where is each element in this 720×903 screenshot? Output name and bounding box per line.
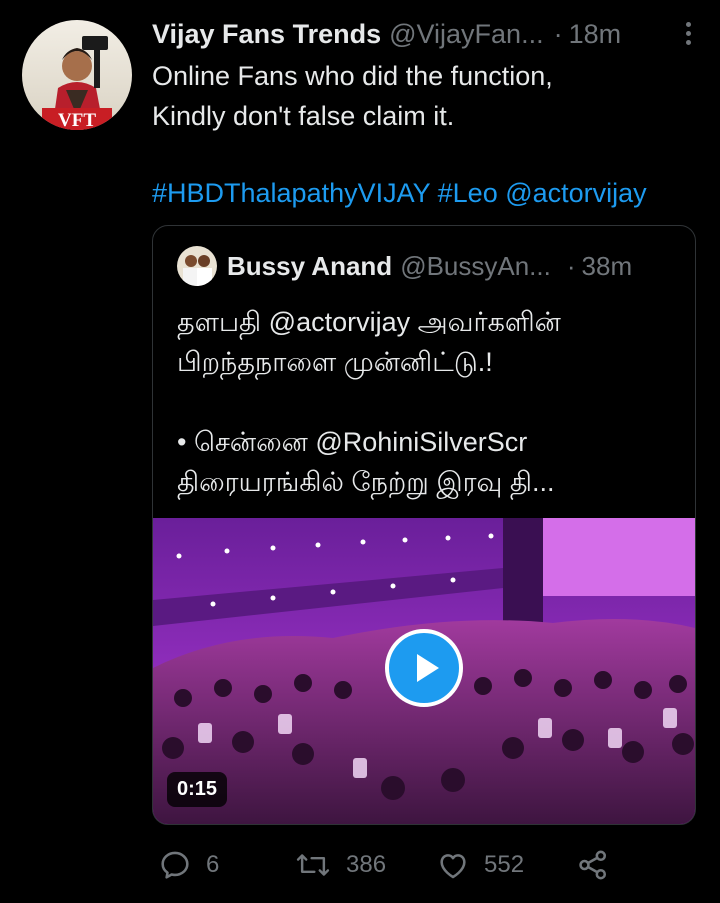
reply-count: 6	[206, 851, 220, 878]
reply-icon	[161, 851, 189, 879]
tweet-text-line: Online Fans who did the function,	[152, 61, 553, 91]
quoted-text-line	[177, 382, 677, 422]
like-button[interactable]: 552	[436, 840, 524, 890]
video-player[interactable]: 0:15	[153, 518, 695, 824]
quoted-text-line: தளபதி @actorvijay அவர்களின்	[177, 307, 561, 337]
quoted-tweet-header: Bussy Anand @BussyAn... · 38m	[177, 244, 681, 288]
tweet-time[interactable]: 18m	[569, 19, 622, 50]
time-separator: ·	[553, 18, 563, 49]
quoted-author-avatar[interactable]	[177, 246, 217, 286]
retweet-icon	[296, 854, 330, 876]
author-handle[interactable]: @VijayFan...	[389, 19, 543, 50]
quoted-time-separator: ·	[566, 250, 576, 281]
retweet-button[interactable]: 386	[294, 840, 386, 890]
tweet-hashtags[interactable]: #HBDThalapathyVIJAY #Leo @actorvijay	[152, 173, 647, 213]
play-button[interactable]	[385, 629, 463, 707]
play-icon	[417, 654, 439, 682]
quoted-text-line: திரையரங்கில் நேற்று இரவு தி...	[177, 467, 555, 497]
tweet-text-line: Kindly don't false claim it.	[152, 101, 455, 131]
tweet-header: Vijay Fans Trends @VijayFan... · 18m	[152, 14, 708, 54]
like-icon	[440, 854, 466, 879]
quoted-author-name[interactable]: Bussy Anand	[227, 251, 392, 282]
action-bar: 6 386 552	[152, 840, 712, 890]
share-icon	[579, 850, 607, 880]
vft-logo-text: VFT	[58, 110, 96, 130]
retweet-count: 386	[346, 851, 387, 878]
share-button[interactable]	[576, 840, 624, 890]
author-avatar[interactable]: VFT	[22, 20, 132, 130]
quoted-author-handle[interactable]: @BussyAn...	[400, 251, 551, 282]
quoted-text-line: பிறந்தநாளை முன்னிட்டு.!	[177, 347, 493, 377]
more-icon[interactable]	[684, 22, 692, 48]
quoted-tweet-text: தளபதி @actorvijay அவர்களின் பிறந்தநாளை ம…	[177, 302, 677, 502]
tweet-text: Online Fans who did the function, Kindly…	[152, 56, 712, 136]
video-duration: 0:15	[167, 772, 228, 807]
quoted-tweet[interactable]: Bussy Anand @BussyAn... · 38m தளபதி @act…	[152, 225, 696, 825]
author-name[interactable]: Vijay Fans Trends	[152, 19, 381, 50]
quoted-tweet-time[interactable]: 38m	[582, 251, 633, 282]
quoted-text-line: • சென்னை @RohiniSilverScr	[177, 427, 528, 457]
reply-button[interactable]: 6	[158, 840, 219, 890]
like-count: 552	[484, 851, 525, 878]
